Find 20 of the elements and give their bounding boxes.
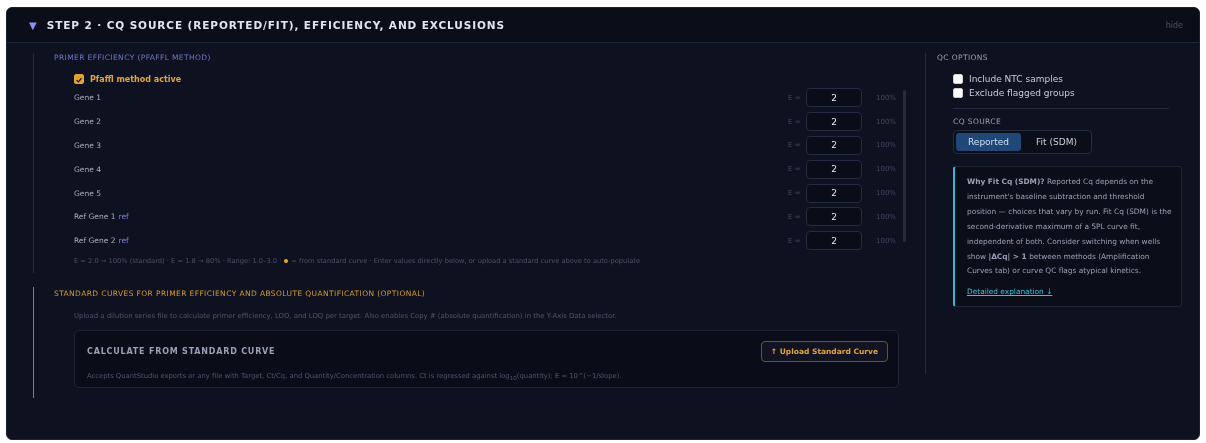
dot-icon	[284, 258, 289, 263]
efficiency-input[interactable]: 2	[806, 183, 862, 203]
efficiency-input[interactable]: 2	[806, 231, 862, 251]
scrollbar[interactable]	[903, 90, 906, 242]
collapse-arrow-icon[interactable]: ▼	[29, 19, 37, 31]
source-tab[interactable]: Reported	[956, 133, 1022, 151]
checkbox-label: Include NTC samples	[969, 74, 1063, 84]
checkbox[interactable]	[953, 74, 963, 84]
checkbox[interactable]	[74, 74, 84, 84]
efficiency-input[interactable]: 2	[806, 159, 862, 179]
card-title: CALCULATE FROM STANDARD CURVE	[87, 346, 276, 356]
source-tab[interactable]: Fit (SDM)	[1024, 133, 1089, 151]
efficiency-input[interactable]: 2	[806, 112, 862, 132]
checkbox-label: Pfaffl method active	[90, 74, 182, 84]
efficiency-input[interactable]: 2	[806, 136, 862, 155]
efficiency-input[interactable]: 2	[806, 207, 862, 227]
checkbox[interactable]	[953, 88, 963, 98]
section-title: STEP 2 · CQ SOURCE (REPORTED/FIT), EFFICIENCY, AND EXCLUSIONS	[46, 19, 505, 31]
efficiency-input[interactable]: 2	[806, 88, 862, 108]
checkbox-label: Exclude flagged groups	[969, 88, 1075, 98]
